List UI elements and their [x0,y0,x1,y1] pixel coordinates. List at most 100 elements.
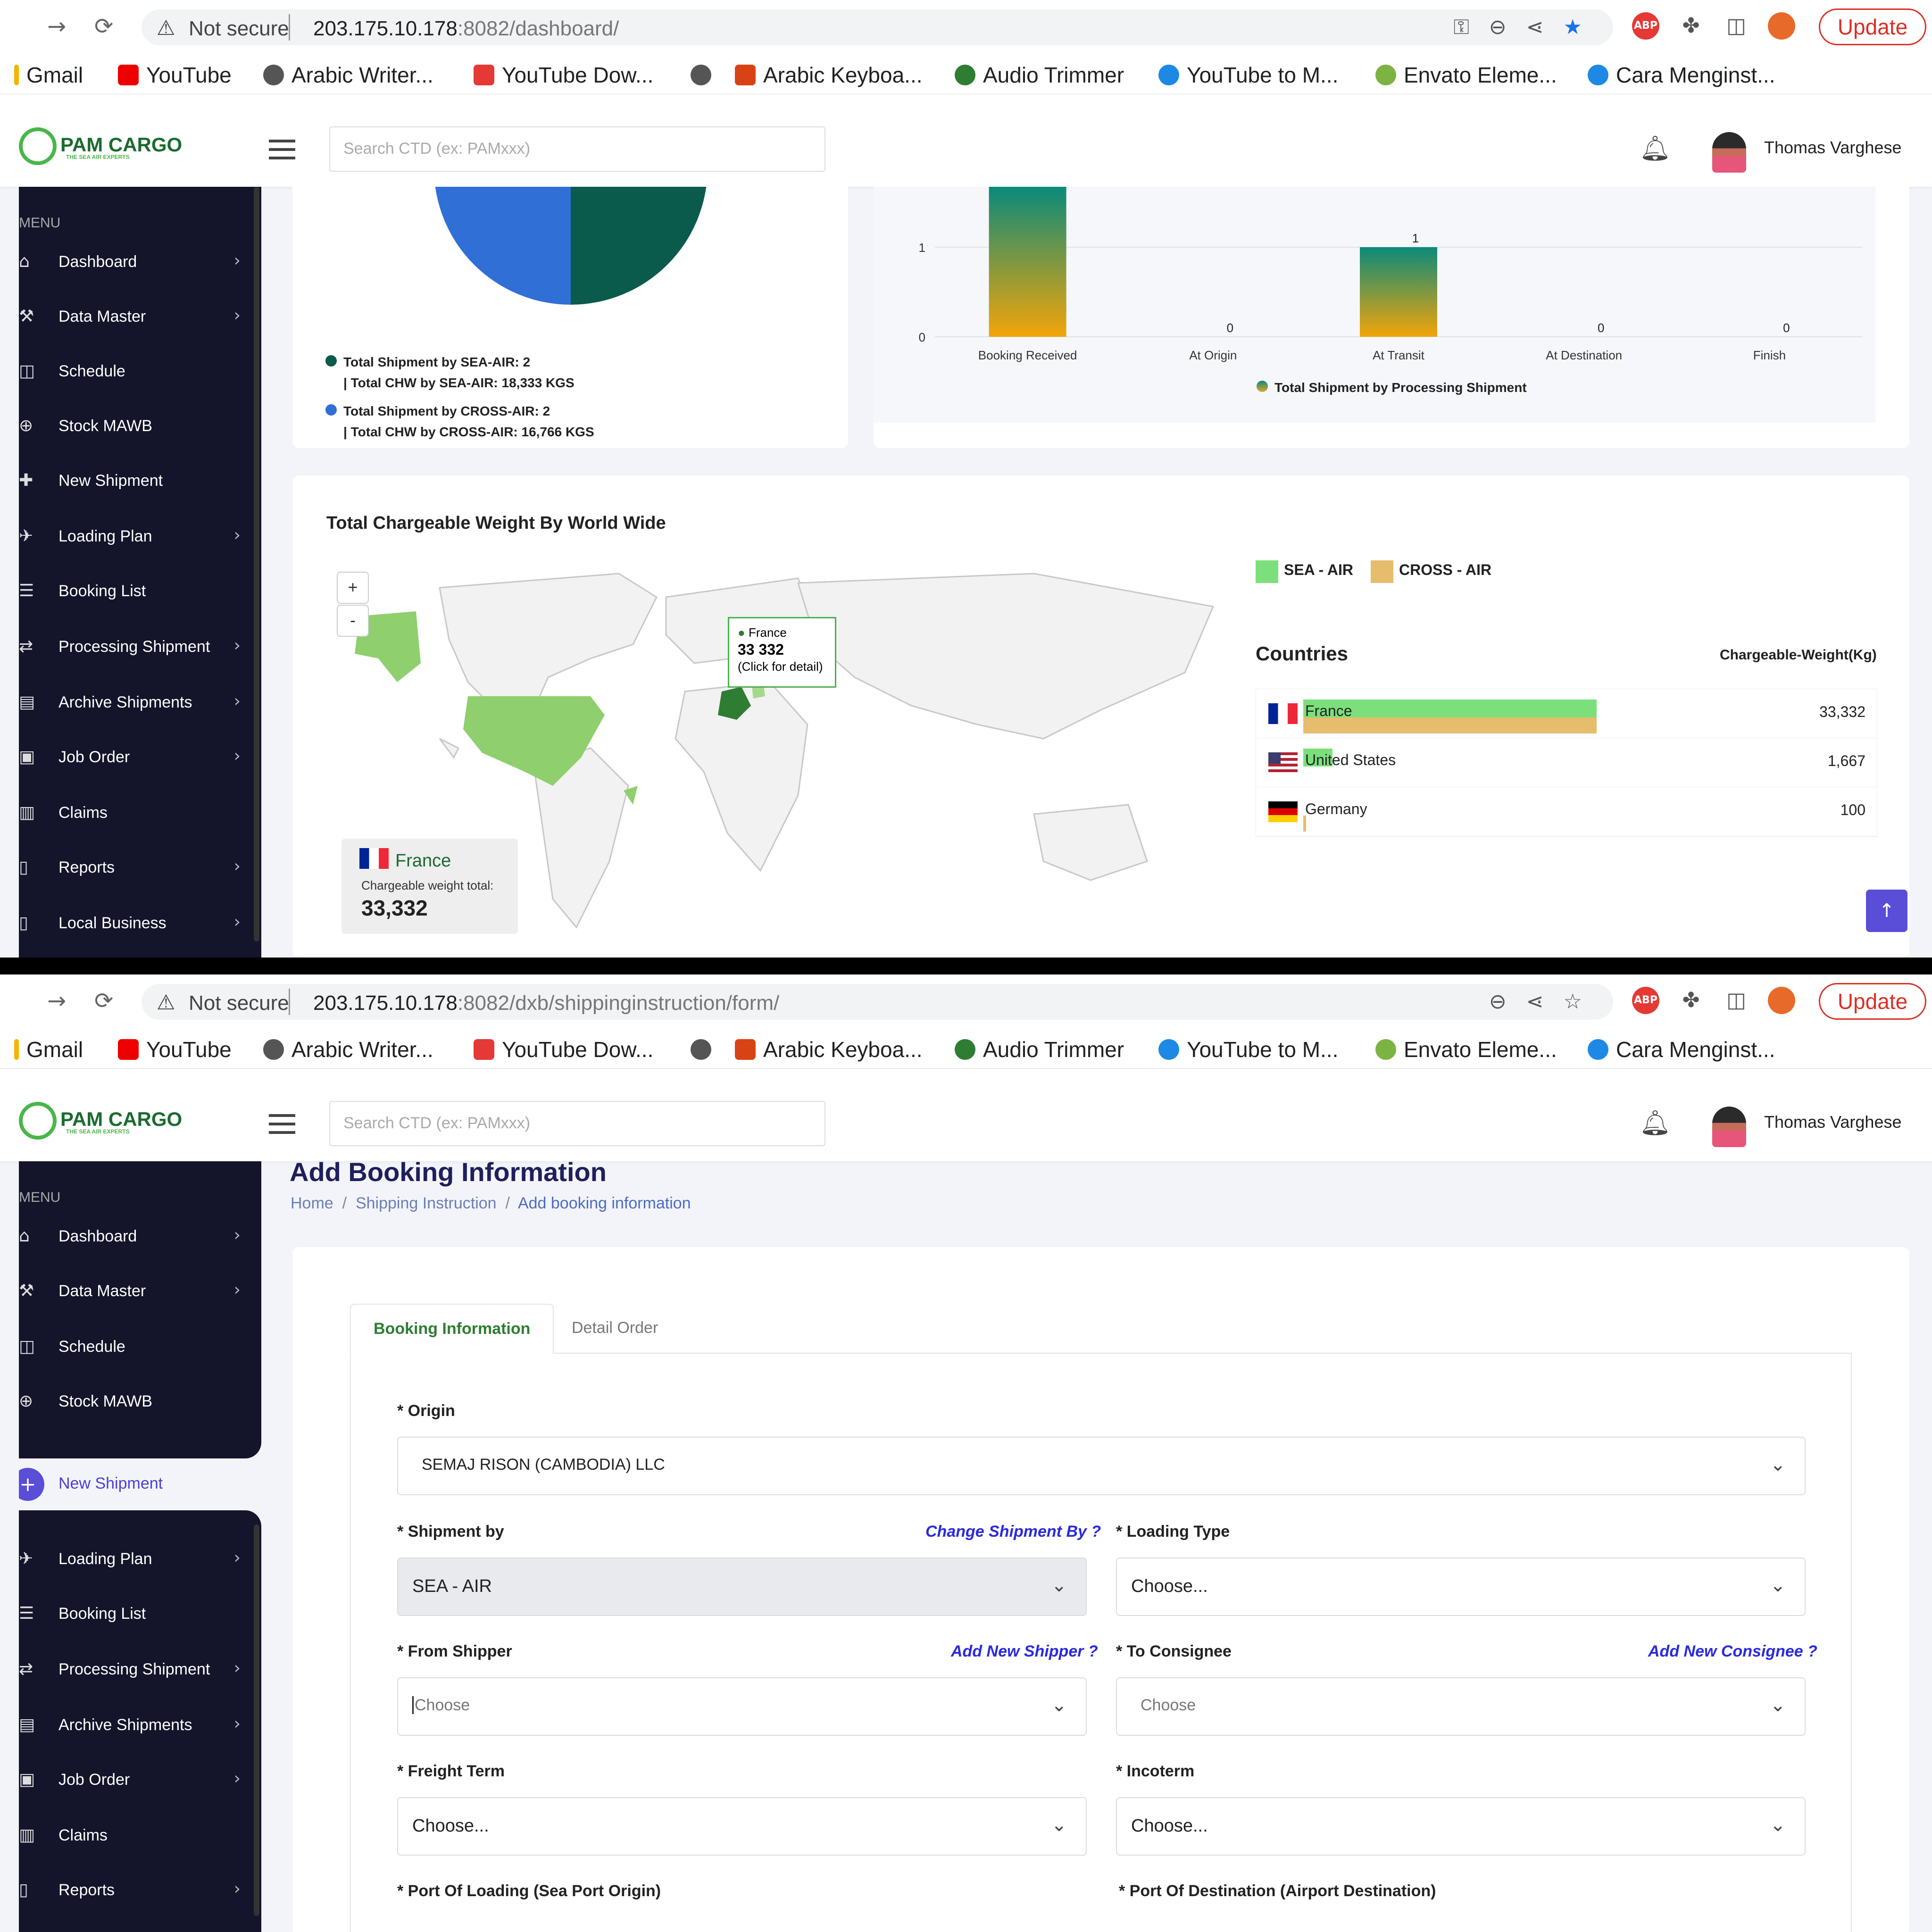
origin-select[interactable]: SEMAJ RISON (CAMBODIA) LLC ⌄ [397,1437,1806,1495]
sidebar-item-new-shipment[interactable]: ✚ New Shipment [19,462,255,500]
profile-icon[interactable] [1768,987,1795,1014]
search-input[interactable]: Search CTD (ex: PAMxxx) [329,1101,825,1146]
sidebar-item-data-master[interactable]: ⚒ Data Master › [19,1273,255,1310]
sidebar-item-dashboard[interactable]: ⌂ Dashboard › [19,1218,255,1256]
reload-icon[interactable]: ⟳ [94,13,113,40]
breadcrumb-home[interactable]: Home [291,1194,333,1212]
incoterm-select[interactable]: Choose... ⌄ [1116,1797,1806,1856]
shipment-pie-chart[interactable] [434,187,708,305]
bookmark-youtube-to-m[interactable]: YouTube to M... [1158,62,1338,88]
bookmark-youtube[interactable]: YouTube [118,1037,232,1062]
bookmark-envato[interactable]: Envato Eleme... [1375,62,1557,88]
bell-icon[interactable]: 🔔︎ [1640,134,1671,163]
pam-cargo-logo[interactable]: PAM CARGO THE SEA AIR EXPERTS [19,127,182,165]
bookmark-globe[interactable] [691,1037,719,1062]
sidebar-item-job-order[interactable]: ▣ Job Order › [19,739,255,776]
bookmark-cara[interactable]: Cara Menginst... [1588,1037,1775,1062]
bookmark-arabic-writer[interactable]: Arabic Writer... [263,1037,433,1062]
bookmark-arabic-writer[interactable]: Arabic Writer... [263,62,433,88]
map-tooltip[interactable]: ● France 33 332 (Click for detail) [728,617,836,688]
sidebar-item-local-business[interactable]: ▯Local Business› [19,1924,255,1932]
address-bar-icons[interactable]: ⚿⊖⋖★ [1453,15,1602,39]
search-input[interactable]: Search CTD (ex: PAMxxx) [329,126,825,172]
extensions-icon[interactable]: ✤ [1677,987,1705,1014]
forward-icon[interactable]: → [47,13,66,40]
bookmark-youtube-dow[interactable]: YouTube Dow... [474,1037,653,1062]
bookmark-globe[interactable] [691,62,719,88]
hamburger-menu-icon[interactable] [269,1114,295,1117]
bar[interactable] [1360,247,1437,337]
bookmark-gmail[interactable]: Gmail [14,62,83,88]
sidebar-item-reports[interactable]: ▯ Reports › [19,1872,255,1909]
bookmark-cara[interactable]: Cara Menginst... [1588,62,1775,88]
bookmark-audio-trimmer[interactable]: Audio Trimmer [955,62,1124,88]
tab-booking-information[interactable]: Booking Information [350,1304,554,1354]
sidebar-item-booking-list[interactable]: ☰ Booking List [19,1595,255,1633]
map-zoom-out-button[interactable]: - [337,605,369,637]
legend-sea-label[interactable]: SEA - AIR [1284,561,1353,579]
address-bar[interactable]: ⚠ Not secure 203.175.10.178:8082/dxb/shi… [142,984,1613,1020]
sidebar-item-processing-shipment[interactable]: ⇄ Processing Shipment › [19,628,255,666]
sidebar-item-schedule[interactable]: ◫ Schedule [19,353,255,391]
forward-icon[interactable]: → [47,988,66,1014]
bookmark-gmail[interactable]: Gmail [14,1037,83,1062]
sidebar-item-loading-plan[interactable]: ✈ Loading Plan › [19,518,255,556]
extensions-icon[interactable]: ✤ [1677,12,1705,40]
bar[interactable] [989,187,1066,337]
sidebar-item-dashboard[interactable]: ⌂ Dashboard › [19,243,255,281]
sidebar-item-schedule[interactable]: ◫ Schedule [19,1328,255,1366]
pam-cargo-logo[interactable]: PAM CARGO THE SEA AIR EXPERTS [19,1102,182,1140]
loading-type-select[interactable]: Choose... ⌄ [1116,1557,1806,1616]
map-zoom-in-button[interactable]: + [337,572,369,604]
sidebar-item-booking-list[interactable]: ☰ Booking List [19,573,255,610]
address-bar[interactable]: ⚠ Not secure 203.175.10.178:8082/dashboa… [142,9,1613,45]
sidebar-item-archive-shipments[interactable]: ▤ Archive Shipments › [19,684,255,722]
bookmark-youtube-dow[interactable]: YouTube Dow... [474,62,653,88]
add-new-shipper-link[interactable]: Add New Shipper ? [951,1642,1098,1661]
change-shipment-by-link[interactable]: Change Shipment By ? [925,1523,1101,1541]
sidepanel-icon[interactable]: ◫ [1723,987,1750,1014]
tab-detail-order[interactable]: Detail Order [549,1304,681,1354]
hamburger-menu-icon[interactable] [269,140,295,142]
from-shipper-select[interactable]: Choose ⌄ [397,1677,1087,1736]
bookmark-youtube-to-m[interactable]: YouTube to M... [1158,1037,1338,1062]
sidebar-item-local-business[interactable]: ▯Local Business› [19,905,255,942]
sidebar-item-data-master[interactable]: ⚒ Data Master › [19,298,255,336]
sidepanel-icon[interactable]: ◫ [1723,12,1750,40]
bookmark-arabic-keyboard[interactable]: Arabic Keyboa... [735,1037,923,1062]
update-button[interactable]: Update [1819,983,1926,1020]
sidebar-item-stock-mawb[interactable]: ⊕ Stock MAWB [19,1383,255,1421]
update-button[interactable]: Update [1819,8,1926,45]
sidebar-item-processing-shipment[interactable]: ⇄ Processing Shipment › [19,1651,255,1689]
country-row-germany[interactable]: Germany 100 [1256,787,1878,836]
scroll-to-top-button[interactable]: ↑ [1866,890,1907,932]
add-new-consignee-link[interactable]: Add New Consignee ? [1648,1642,1817,1661]
freight-term-select[interactable]: Choose... ⌄ [397,1797,1087,1856]
shipment-by-select[interactable]: SEA - AIR ⌄ [397,1557,1087,1616]
adblock-icon[interactable]: ABP [1632,12,1659,40]
bookmark-audio-trimmer[interactable]: Audio Trimmer [955,1037,1124,1062]
sidebar-item-reports[interactable]: ▯ Reports › [19,849,255,887]
country-row-united-states[interactable]: United States 1,667 [1256,738,1878,787]
country-row-france[interactable]: France 33,332 [1256,689,1878,738]
user-name[interactable]: Thomas Varghese [1764,1112,1901,1132]
profile-icon[interactable] [1768,12,1795,40]
address-bar-icons[interactable]: ⊖⋖☆ [1489,990,1602,1014]
sidebar-item-loading-plan[interactable]: ✈ Loading Plan › [19,1541,255,1578]
bookmark-youtube[interactable]: YouTube [118,62,232,88]
sidebar-item-claims[interactable]: ▥ Claims [19,1817,255,1855]
sidebar-item-claims[interactable]: ▥ Claims [19,794,255,832]
to-consignee-select[interactable]: Choose ⌄ [1116,1677,1806,1736]
avatar[interactable] [1712,1107,1746,1147]
legend-cross-label[interactable]: CROSS - AIR [1399,561,1491,579]
bookmark-envato[interactable]: Envato Eleme... [1375,1037,1557,1062]
sidebar-item-stock-mawb[interactable]: ⊕ Stock MAWB [19,408,255,445]
sidebar-item-new-shipment-active[interactable]: + New Shipment [19,1465,255,1503]
reload-icon[interactable]: ⟳ [94,988,113,1014]
sidebar-item-archive-shipments[interactable]: ▤ Archive Shipments › [19,1707,255,1744]
breadcrumb-shipping-instruction[interactable]: Shipping Instruction [356,1194,497,1212]
adblock-icon[interactable]: ABP [1632,987,1659,1014]
sidebar-item-job-order[interactable]: ▣ Job Order › [19,1761,255,1799]
bell-icon[interactable]: 🔔︎ [1640,1108,1671,1137]
avatar[interactable] [1712,132,1746,173]
